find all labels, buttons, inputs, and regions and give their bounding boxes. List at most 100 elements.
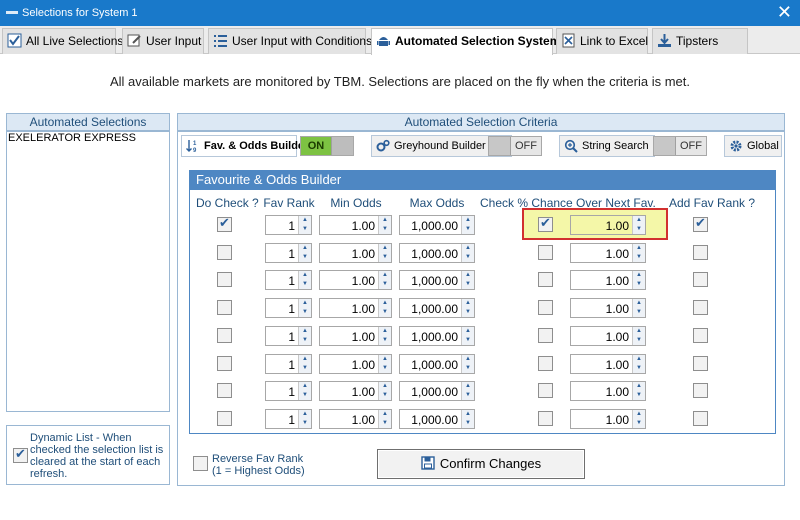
min-odds-stepper[interactable]: 1.00 ▲ ▼: [319, 326, 392, 346]
stepper-arrows[interactable]: ▲ ▼: [298, 244, 311, 262]
chance-checkbox[interactable]: [538, 245, 553, 260]
max-odds-stepper[interactable]: 1,000.00 ▲ ▼: [399, 243, 475, 263]
do-check-checkbox[interactable]: [217, 300, 232, 315]
chevron-down-icon[interactable]: ▼: [462, 280, 474, 289]
chevron-down-icon[interactable]: ▼: [299, 391, 311, 400]
chevron-down-icon[interactable]: ▼: [299, 308, 311, 317]
close-icon[interactable]: ✕: [777, 3, 792, 21]
chevron-down-icon[interactable]: ▼: [633, 364, 645, 373]
add-fav-rank-checkbox[interactable]: [693, 245, 708, 260]
chevron-down-icon[interactable]: ▼: [379, 419, 391, 428]
stepper-arrows[interactable]: ▲ ▼: [632, 271, 645, 289]
chevron-down-icon[interactable]: ▼: [299, 419, 311, 428]
stepper-arrows[interactable]: ▲ ▼: [461, 382, 474, 400]
stepper-arrows[interactable]: ▲ ▼: [632, 382, 645, 400]
chevron-up-icon[interactable]: ▲: [633, 216, 645, 225]
max-odds-stepper[interactable]: 1,000.00 ▲ ▼: [399, 215, 475, 235]
stepper-arrows[interactable]: ▲ ▼: [298, 271, 311, 289]
chevron-down-icon[interactable]: ▼: [379, 336, 391, 345]
tab-automated-selection-systems[interactable]: Automated Selection Systems: [371, 28, 567, 55]
tab-tipsters[interactable]: Tipsters: [652, 28, 748, 54]
chevron-down-icon[interactable]: ▼: [299, 280, 311, 289]
chevron-up-icon[interactable]: ▲: [299, 382, 311, 391]
min-odds-stepper[interactable]: 1.00 ▲ ▼: [319, 298, 392, 318]
chevron-down-icon[interactable]: ▼: [633, 253, 645, 262]
stepper-arrows[interactable]: ▲ ▼: [632, 216, 645, 234]
do-check-checkbox[interactable]: [217, 356, 232, 371]
do-check-checkbox[interactable]: [217, 328, 232, 343]
chance-stepper[interactable]: 1.00 ▲ ▼: [570, 354, 646, 374]
chevron-up-icon[interactable]: ▲: [299, 271, 311, 280]
chevron-down-icon[interactable]: ▼: [379, 308, 391, 317]
chevron-down-icon[interactable]: ▼: [633, 308, 645, 317]
max-odds-stepper[interactable]: 1,000.00 ▲ ▼: [399, 409, 475, 429]
stepper-arrows[interactable]: ▲ ▼: [461, 216, 474, 234]
chevron-up-icon[interactable]: ▲: [633, 382, 645, 391]
tab-all-live-selections[interactable]: All Live Selections: [2, 28, 123, 54]
list-item[interactable]: EXELERATOR EXPRESS: [8, 132, 136, 144]
stepper-arrows[interactable]: ▲ ▼: [378, 244, 391, 262]
chance-stepper[interactable]: 1.00 ▲ ▼: [570, 326, 646, 346]
chevron-up-icon[interactable]: ▲: [299, 216, 311, 225]
chevron-down-icon[interactable]: ▼: [462, 253, 474, 262]
chevron-up-icon[interactable]: ▲: [633, 244, 645, 253]
chevron-up-icon[interactable]: ▲: [379, 299, 391, 308]
tab-link-to-excel[interactable]: Link to Excel: [556, 28, 648, 54]
stepper-arrows[interactable]: ▲ ▼: [378, 271, 391, 289]
chevron-down-icon[interactable]: ▼: [462, 364, 474, 373]
fav-rank-stepper[interactable]: 1 ▲ ▼: [265, 215, 312, 235]
stepper-arrows[interactable]: ▲ ▼: [298, 299, 311, 317]
chevron-up-icon[interactable]: ▲: [462, 355, 474, 364]
chance-stepper[interactable]: 1.00 ▲ ▼: [570, 381, 646, 401]
do-check-checkbox[interactable]: [217, 245, 232, 260]
chevron-up-icon[interactable]: ▲: [633, 271, 645, 280]
chevron-up-icon[interactable]: ▲: [379, 355, 391, 364]
fav-rank-stepper[interactable]: 1 ▲ ▼: [265, 270, 312, 290]
add-fav-rank-checkbox[interactable]: [693, 215, 708, 232]
chevron-up-icon[interactable]: ▲: [462, 382, 474, 391]
chance-stepper[interactable]: 1.00 ▲ ▼: [570, 215, 646, 235]
chevron-down-icon[interactable]: ▼: [462, 419, 474, 428]
chance-checkbox[interactable]: [538, 328, 553, 343]
add-fav-rank-checkbox[interactable]: [693, 272, 708, 287]
stepper-arrows[interactable]: ▲ ▼: [461, 299, 474, 317]
fav-rank-stepper[interactable]: 1 ▲ ▼: [265, 243, 312, 263]
chevron-down-icon[interactable]: ▼: [379, 225, 391, 234]
tab-user-input-conditions[interactable]: User Input with Conditions: [208, 28, 372, 54]
tab-user-input[interactable]: User Input: [122, 28, 204, 54]
chance-stepper[interactable]: 1.00 ▲ ▼: [570, 243, 646, 263]
chevron-up-icon[interactable]: ▲: [633, 355, 645, 364]
stepper-arrows[interactable]: ▲ ▼: [632, 244, 645, 262]
chance-stepper[interactable]: 1.00 ▲ ▼: [570, 409, 646, 429]
stepper-arrows[interactable]: ▲ ▼: [461, 244, 474, 262]
chevron-down-icon[interactable]: ▼: [633, 225, 645, 234]
chevron-down-icon[interactable]: ▼: [633, 391, 645, 400]
max-odds-stepper[interactable]: 1,000.00 ▲ ▼: [399, 298, 475, 318]
max-odds-stepper[interactable]: 1,000.00 ▲ ▼: [399, 270, 475, 290]
chance-checkbox[interactable]: [538, 411, 553, 426]
stepper-arrows[interactable]: ▲ ▼: [298, 410, 311, 428]
chevron-up-icon[interactable]: ▲: [299, 299, 311, 308]
fav-rank-stepper[interactable]: 1 ▲ ▼: [265, 354, 312, 374]
chevron-up-icon[interactable]: ▲: [462, 327, 474, 336]
chevron-up-icon[interactable]: ▲: [379, 271, 391, 280]
chevron-down-icon[interactable]: ▼: [462, 336, 474, 345]
chevron-up-icon[interactable]: ▲: [462, 244, 474, 253]
chevron-up-icon[interactable]: ▲: [462, 271, 474, 280]
chevron-up-icon[interactable]: ▲: [379, 216, 391, 225]
chevron-up-icon[interactable]: ▲: [462, 216, 474, 225]
do-check-checkbox[interactable]: [217, 411, 232, 426]
chevron-down-icon[interactable]: ▼: [379, 280, 391, 289]
do-check-checkbox[interactable]: [217, 272, 232, 287]
max-odds-stepper[interactable]: 1,000.00 ▲ ▼: [399, 381, 475, 401]
dynamic-list-checkbox[interactable]: [13, 446, 28, 463]
stepper-arrows[interactable]: ▲ ▼: [632, 299, 645, 317]
max-odds-stepper[interactable]: 1,000.00 ▲ ▼: [399, 354, 475, 374]
do-check-checkbox[interactable]: [217, 215, 232, 232]
chevron-up-icon[interactable]: ▲: [633, 299, 645, 308]
stepper-arrows[interactable]: ▲ ▼: [461, 327, 474, 345]
reverse-fav-rank-checkbox[interactable]: [193, 456, 208, 471]
chevron-up-icon[interactable]: ▲: [633, 410, 645, 419]
chance-checkbox[interactable]: [538, 300, 553, 315]
add-fav-rank-checkbox[interactable]: [693, 300, 708, 315]
